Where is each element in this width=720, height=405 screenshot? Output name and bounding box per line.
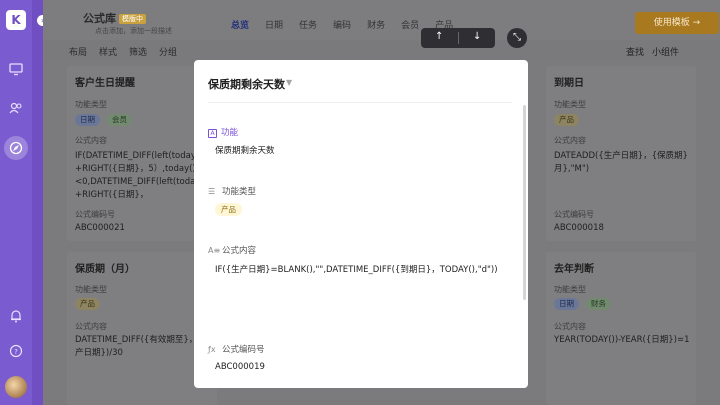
left-rail: K ?	[0, 0, 32, 405]
card-type-label: 功能类型	[75, 285, 107, 294]
card-formula-label: 公式内容	[554, 322, 586, 331]
card-type-label: 功能类型	[554, 100, 586, 109]
widgets-button[interactable]: 小组件	[652, 45, 679, 58]
title-dropdown-caret-icon[interactable]: ▼	[286, 78, 292, 87]
card-expiry-date[interactable]: 到期日 功能类型 产品 公式内容 DATEADD({生产日期}，{保质期} 月}…	[546, 66, 696, 241]
tab-finance[interactable]: 财务	[367, 18, 385, 31]
chip-date: 日期	[75, 114, 100, 126]
card-last-year[interactable]: 去年判断 功能类型 日期 财务 公式内容 YEAR(TODAY())-YEAR(…	[546, 252, 696, 405]
bell-icon[interactable]	[9, 309, 23, 323]
field-type-label: ☰ 功能类型	[208, 187, 257, 197]
tab-date[interactable]: 日期	[265, 18, 283, 31]
collapse-icon[interactable]: ⤡	[507, 28, 527, 48]
top-bar: 公式库 模版中 点击添加，添加一段描述 总览 日期 任务 编码 财务 会员 产品 …	[43, 0, 720, 40]
record-detail-modal: 保质期剩余天数 ▼ A 功能 保质期剩余天数 ☰ 功能类型 产品 A≡ 公式内容 IF…	[194, 60, 528, 388]
view-tabs: 总览 日期 任务 编码 财务 会员 产品	[231, 18, 453, 31]
formula-field-icon: ƒx	[208, 345, 216, 354]
app-name: 公式库 模版中	[83, 10, 146, 26]
text-field-icon: A≡	[208, 246, 221, 255]
record-navigation: ↑ ↓	[421, 28, 495, 48]
field-formula-label: A≡ 公式内容	[208, 246, 257, 256]
chip-member: 会员	[107, 114, 132, 126]
field-function-label: A 功能	[208, 126, 238, 138]
view-toolbar: 布局 样式 筛选 分组 查找 小组件	[43, 40, 720, 62]
monitor-icon[interactable]	[9, 62, 23, 76]
field-formula-value[interactable]: IF({生产日期}=BLANK(),"",DATETIME_DIFF({到期日}…	[215, 263, 498, 275]
tab-overview[interactable]: 总览	[231, 18, 249, 31]
card-formula-label: 公式内容	[75, 322, 107, 331]
card-title: 去年判断	[554, 264, 594, 275]
chip-finance: 财务	[586, 298, 611, 310]
field-code-label: ƒx 公式编码号	[208, 345, 265, 355]
svg-text:?: ?	[14, 348, 18, 356]
card-code-label: 公式编码号	[554, 210, 594, 219]
card-type-label: 功能类型	[554, 285, 586, 294]
tab-task[interactable]: 任务	[299, 18, 317, 31]
primary-field-icon: A	[208, 129, 217, 138]
chip-product: 产品	[554, 114, 579, 126]
card-title: 客户生日提醒	[75, 78, 135, 89]
previous-record-arrow-icon[interactable]: ↑	[435, 31, 443, 42]
modal-scrollbar[interactable]	[523, 105, 526, 300]
card-formula: DATEADD({生产日期}，{保质期} 月},"M")	[554, 151, 688, 174]
card-type-label: 功能类型	[75, 100, 107, 109]
chip-date: 日期	[554, 298, 579, 310]
tab-code[interactable]: 编码	[333, 18, 351, 31]
card-code: ABC000021	[75, 223, 125, 233]
chip-product[interactable]: 产品	[215, 203, 242, 216]
modal-title: 保质期剩余天数	[208, 78, 285, 91]
users-icon[interactable]	[9, 101, 23, 115]
card-formula-label: 公式内容	[554, 136, 586, 145]
field-code-value[interactable]: ABC000019	[215, 362, 265, 372]
card-formula-label: 公式内容	[75, 136, 107, 145]
explore-icon[interactable]	[4, 136, 28, 160]
filter-button[interactable]: 筛选	[129, 45, 147, 58]
chip-product: 产品	[75, 298, 100, 310]
multi-select-field-icon: ☰	[208, 187, 216, 196]
card-title: 到期日	[554, 78, 584, 89]
group-button[interactable]: 分组	[159, 45, 177, 58]
card-code: ABC000018	[554, 223, 604, 233]
modal-divider	[208, 102, 512, 103]
layout-button[interactable]: 布局	[69, 45, 87, 58]
app-logo[interactable]: K	[6, 10, 26, 30]
search-button[interactable]: 查找	[626, 45, 644, 58]
template-tag: 模版中	[119, 14, 146, 24]
style-button[interactable]: 样式	[99, 45, 117, 58]
help-icon[interactable]: ?	[9, 344, 23, 358]
nav-divider	[458, 32, 459, 44]
tab-member[interactable]: 会员	[401, 18, 419, 31]
card-formula: YEAR(TODAY())-YEAR({日期})=1	[554, 335, 690, 345]
card-title: 保质期（月）	[75, 264, 135, 275]
app-description[interactable]: 点击添加，添加一段描述	[95, 26, 172, 36]
card-code-label: 公式编码号	[75, 210, 115, 219]
next-record-arrow-icon[interactable]: ↓	[473, 31, 481, 42]
field-function-value[interactable]: 保质期剩余天数	[215, 144, 275, 156]
user-avatar[interactable]	[5, 376, 27, 398]
use-template-button[interactable]: 使用模板 →	[635, 12, 719, 34]
